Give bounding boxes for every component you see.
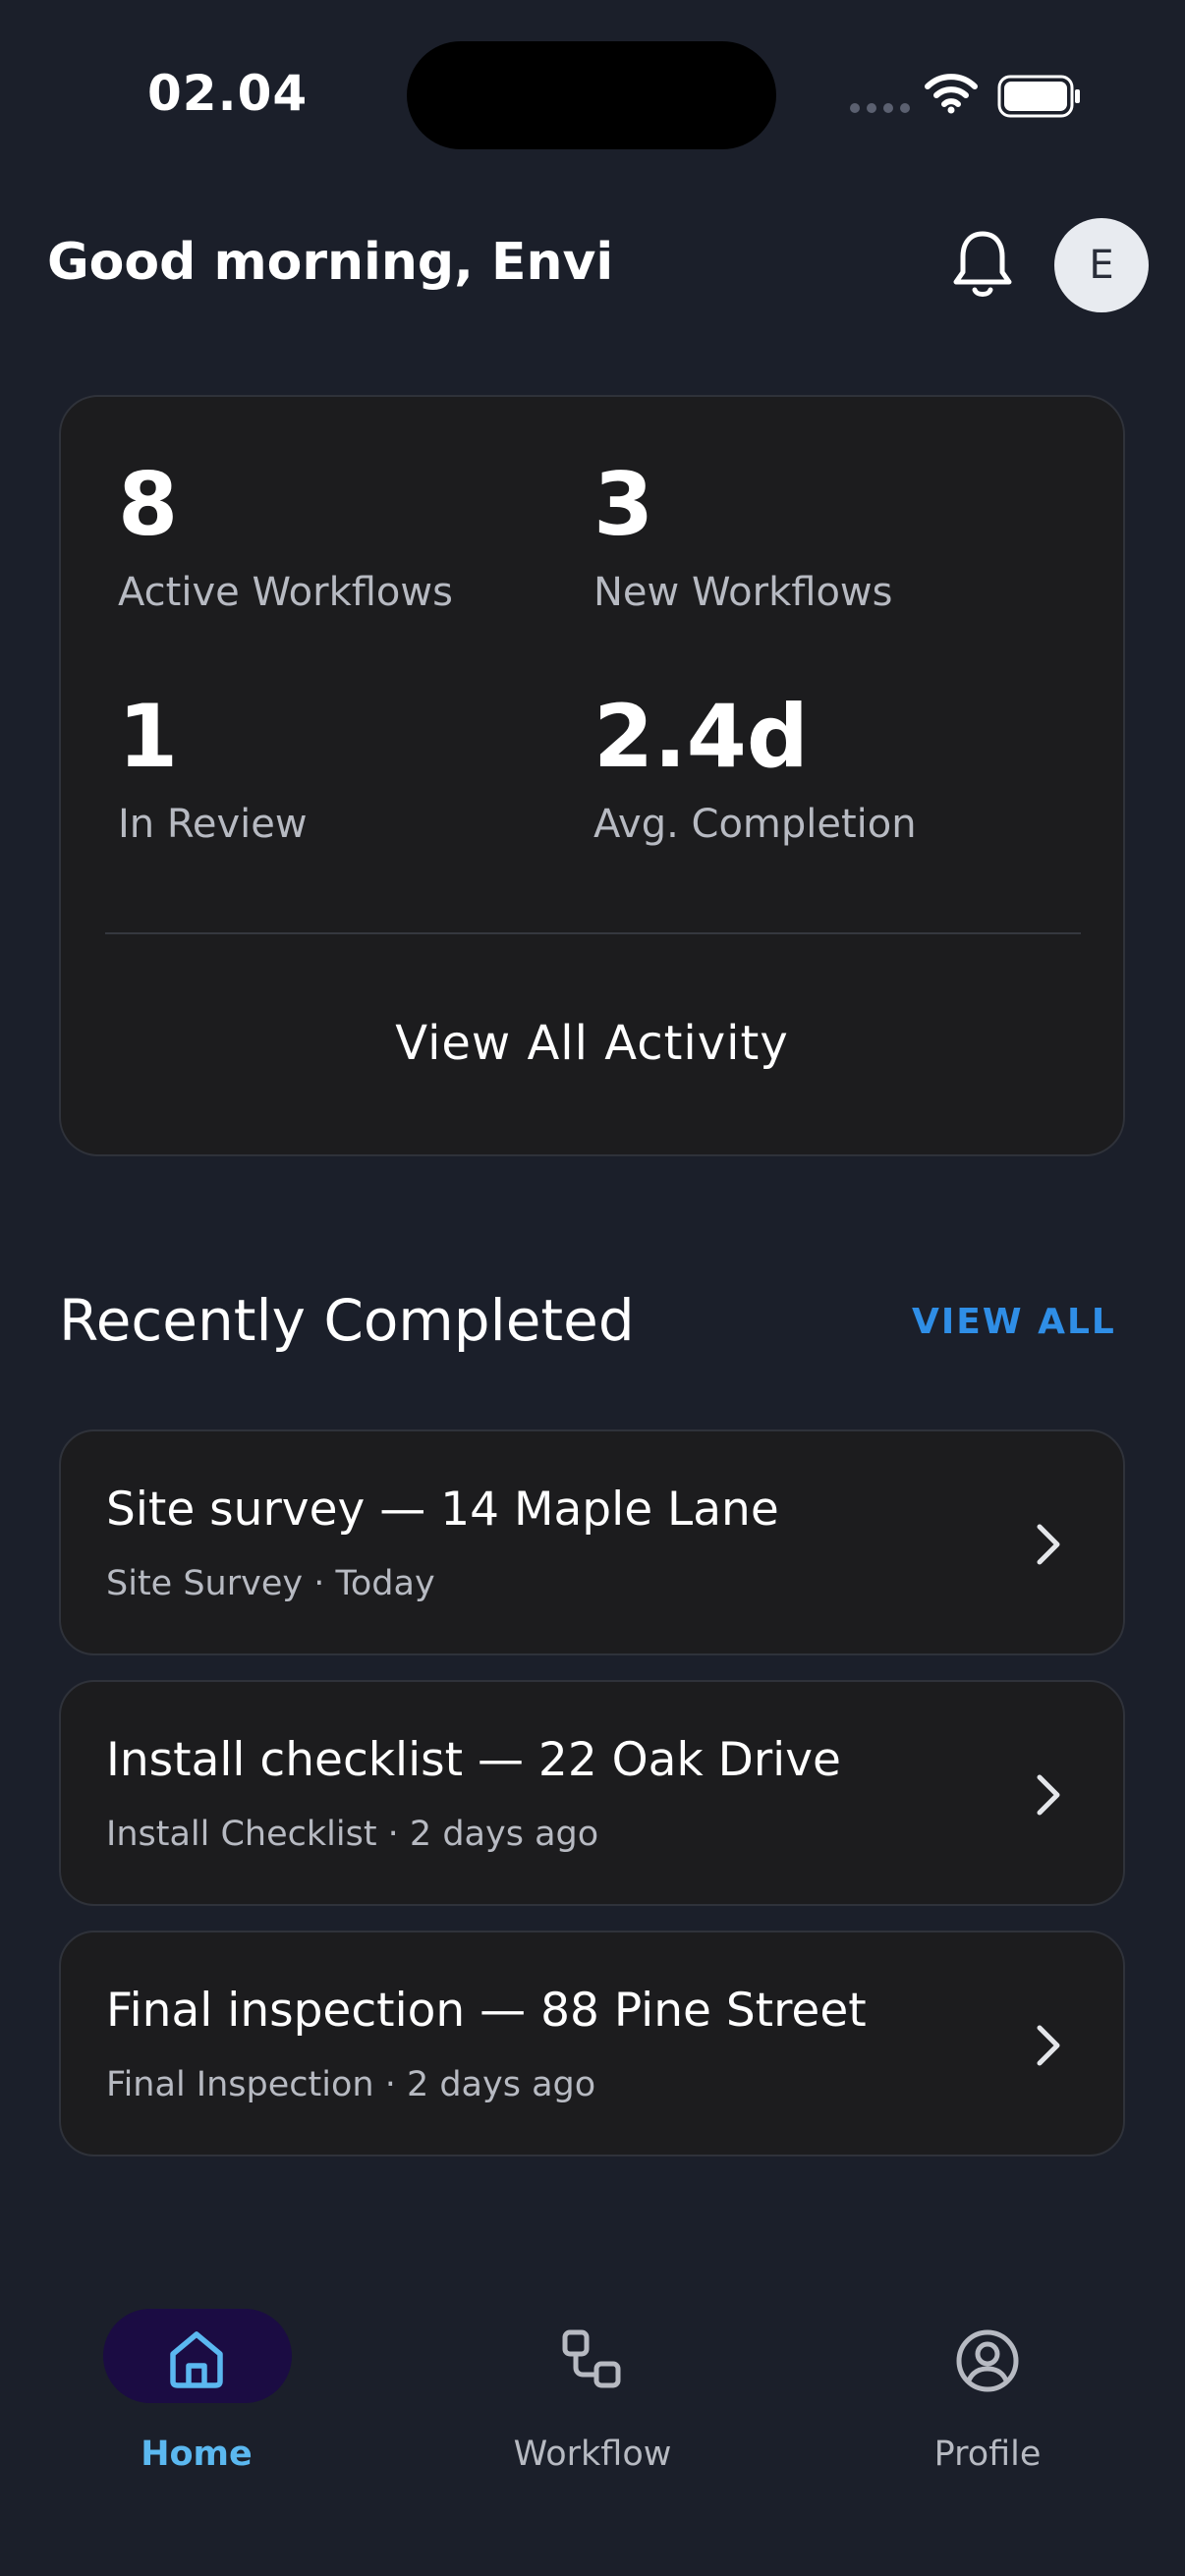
battery-icon (997, 75, 1080, 118)
avatar-initial: E (1089, 243, 1114, 288)
chevron-right-icon (1037, 1524, 1060, 1565)
stat-label: New Workflows (593, 570, 893, 615)
stat-new-workflows: 3 New Workflows (593, 454, 893, 616)
nav-label: Profile (933, 2435, 1042, 2474)
list-item[interactable]: Final inspection — 88 Pine Street Final … (59, 1931, 1125, 2156)
stat-value: 2.4d (593, 686, 809, 787)
stat-value: 3 (593, 454, 654, 555)
item-title: Final inspection — 88 Pine Street (106, 1984, 867, 2038)
workflow-icon (562, 2329, 621, 2388)
list-item[interactable]: Install checklist — 22 Oak Drive Install… (59, 1680, 1125, 1906)
bell-icon[interactable] (951, 228, 1014, 301)
avatar[interactable]: E (1054, 218, 1149, 312)
stats-card: 8 Active Workflows 3 New Workflows 1 In … (59, 395, 1125, 1156)
item-title: Install checklist — 22 Oak Drive (106, 1733, 841, 1787)
item-meta: Final Inspection · 2 days ago (106, 2065, 596, 2104)
nav-item-profile[interactable]: Profile (850, 2309, 1125, 2505)
chevron-right-icon (1037, 1774, 1060, 1816)
item-meta: Install Checklist · 2 days ago (106, 1815, 599, 1854)
wifi-icon (925, 74, 978, 114)
bottom-nav: Home Workflow Profile (0, 2289, 1185, 2576)
status-time: 02.04 (147, 65, 309, 122)
nav-label: Workflow (513, 2435, 672, 2474)
section-title: Recently Completed (59, 1287, 635, 1354)
nav-label: Home (141, 2435, 253, 2474)
stat-value: 8 (118, 454, 179, 555)
view-all-activity-button[interactable]: View All Activity (61, 1016, 1123, 1071)
stat-active-workflows: 8 Active Workflows (118, 454, 453, 616)
stat-avg-completion: 2.4d Avg. Completion (593, 686, 917, 848)
item-meta: Site Survey · Today (106, 1564, 435, 1603)
stat-in-review: 1 In Review (118, 686, 308, 848)
stat-label: Avg. Completion (593, 802, 917, 847)
view-all-link[interactable]: VIEW ALL (912, 1302, 1116, 1342)
stat-label: In Review (118, 802, 308, 847)
signal-dots-icon (850, 103, 910, 113)
home-icon (170, 2331, 223, 2388)
dynamic-island (407, 41, 776, 149)
item-title: Site survey — 14 Maple Lane (106, 1483, 779, 1537)
card-divider (105, 932, 1081, 934)
nav-item-home[interactable]: Home (59, 2309, 334, 2505)
stat-label: Active Workflows (118, 570, 453, 615)
nav-item-workflow[interactable]: Workflow (455, 2309, 730, 2505)
home-screen: 02.04 Good morning, Envi E 8 Active Work… (0, 0, 1185, 2576)
greeting-title: Good morning, Envi (47, 233, 614, 292)
profile-icon (956, 2329, 1019, 2392)
chevron-right-icon (1037, 2025, 1060, 2066)
list-item[interactable]: Site survey — 14 Maple Lane Site Survey … (59, 1429, 1125, 1655)
stat-value: 1 (118, 686, 179, 787)
